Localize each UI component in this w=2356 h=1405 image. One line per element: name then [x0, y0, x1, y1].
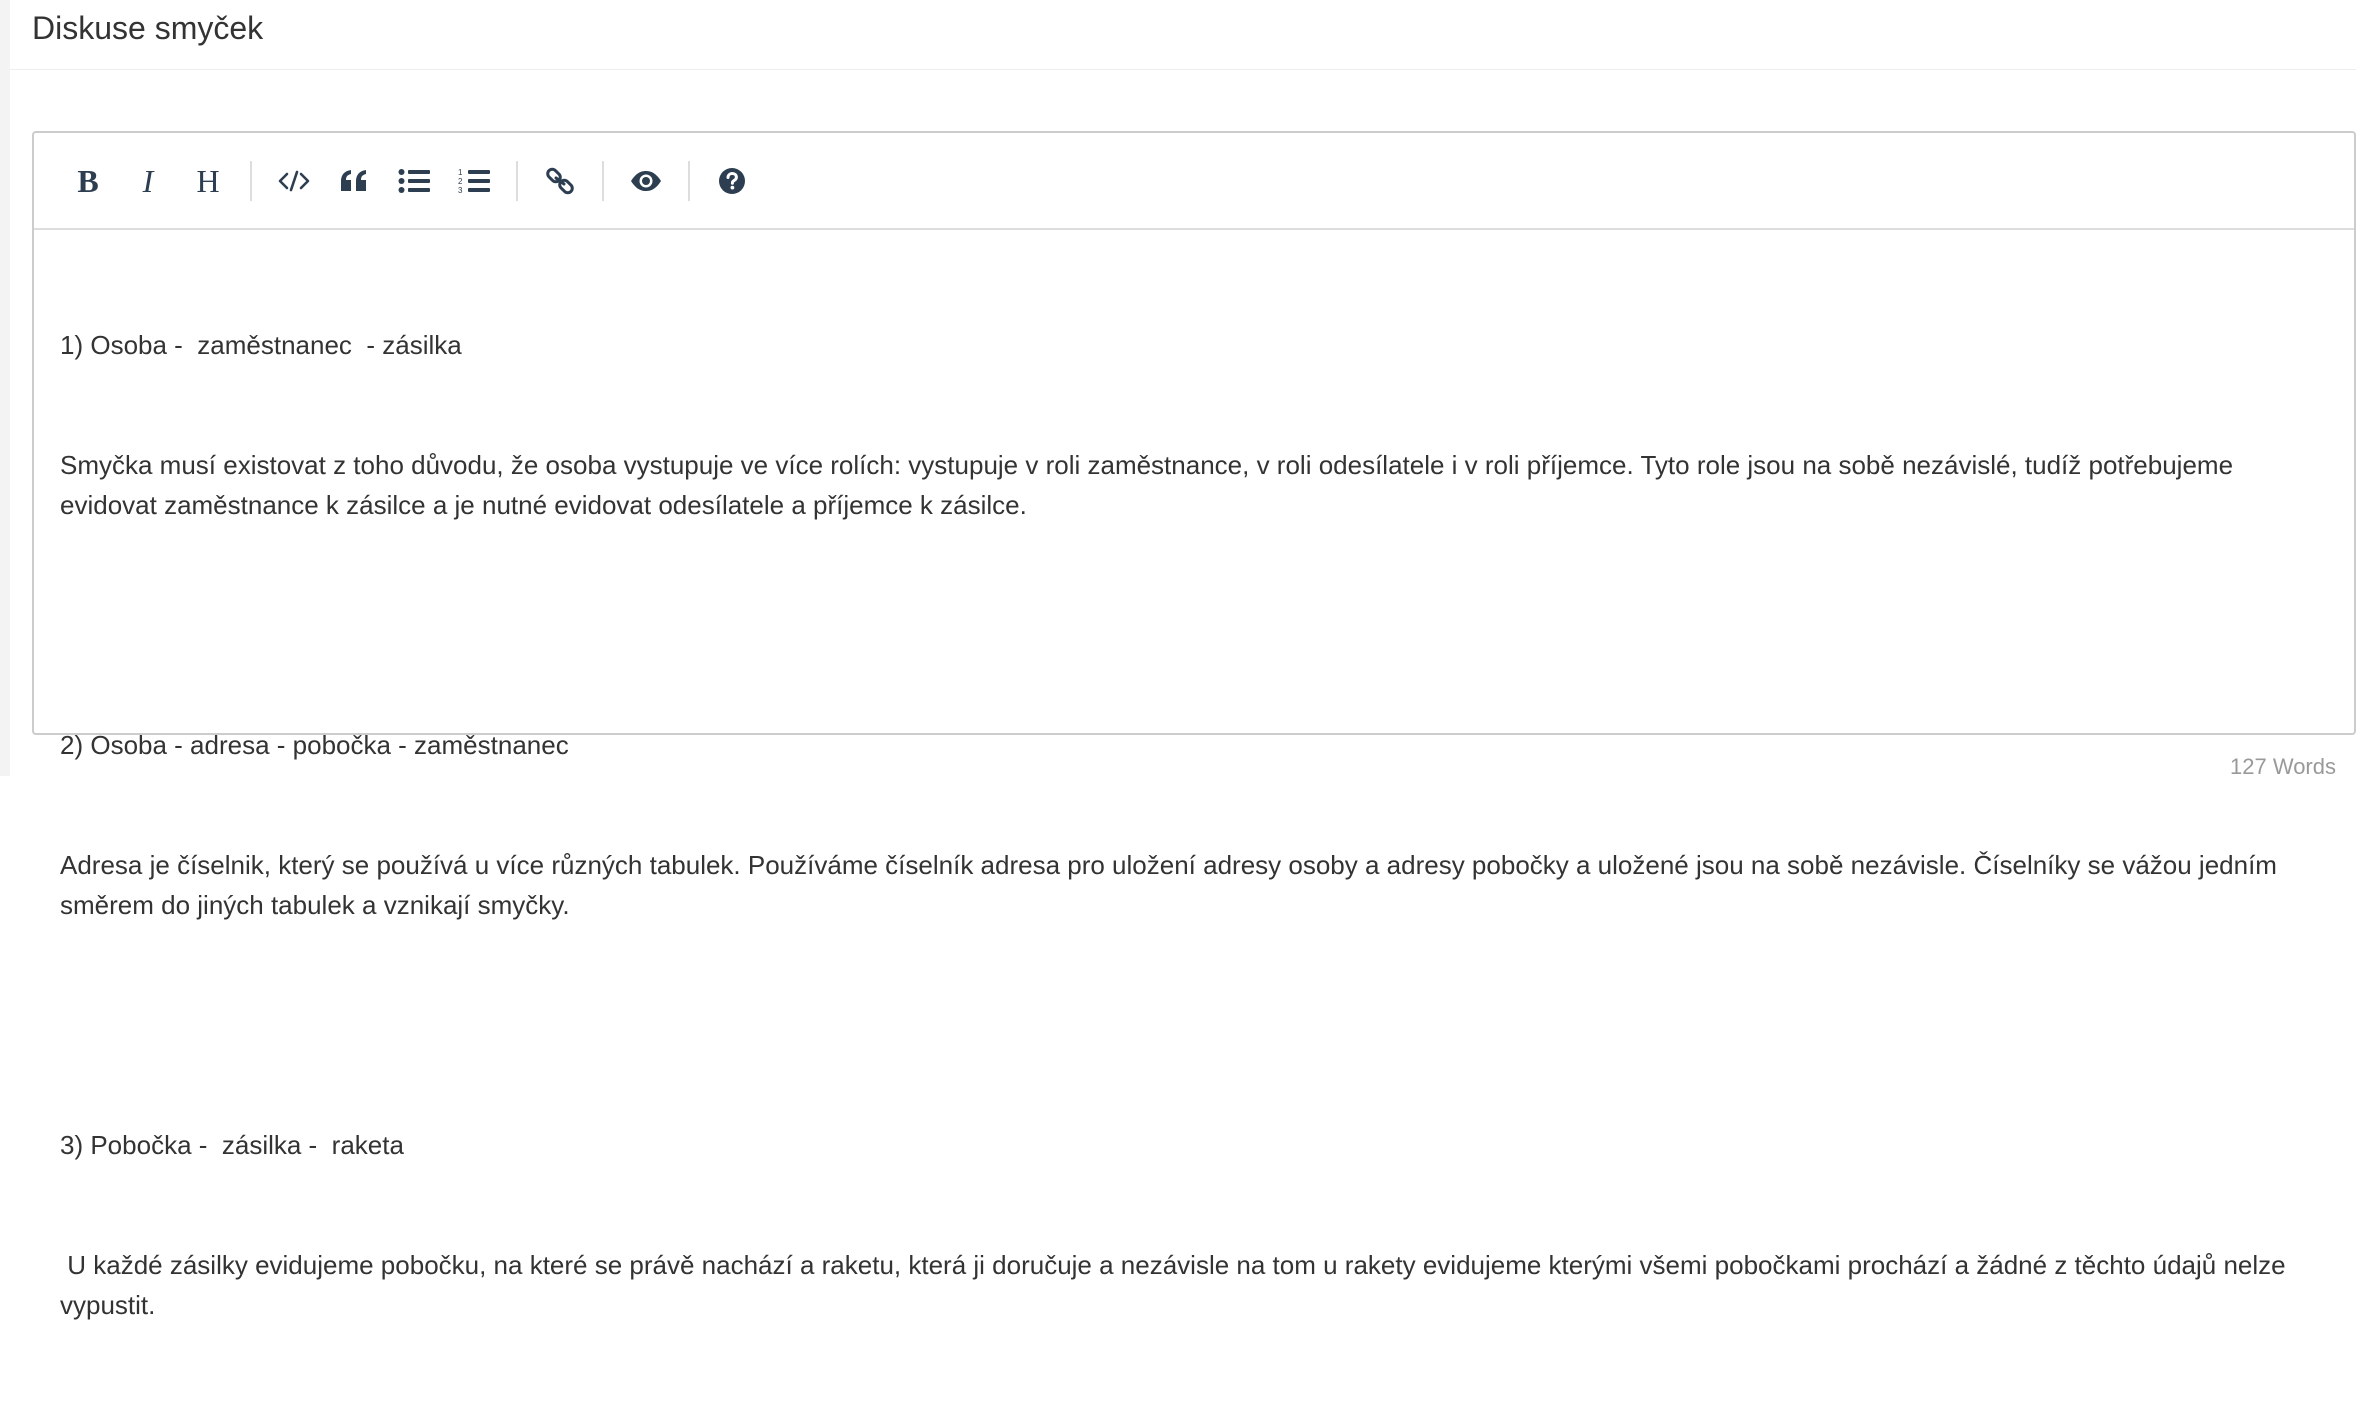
paragraph-text: Smyčka musí existovat z toho důvodu, že … — [60, 450, 2241, 520]
preview-button[interactable] — [618, 153, 674, 209]
markdown-editor: B I H 1 2 3 1) Osoba - zaměstnanec - zás… — [32, 131, 2356, 1320]
ordered-list-button[interactable]: 1 2 3 — [446, 153, 502, 209]
paragraph-text: U každé zásilky evidujeme pobočku, na kt… — [60, 1250, 2293, 1320]
discussion-panel: Diskuse smyček B I H 1 2 3 1) Osoba - za… — [10, 0, 2356, 1320]
paragraph-text: Adresa je číselnik, který se používá u v… — [60, 850, 2285, 920]
toolbar-separator — [688, 160, 690, 201]
bold-icon: B — [77, 162, 99, 199]
paragraph-heading: 2) Osoba - adresa - pobočka - zaměstnane… — [60, 730, 569, 760]
numbered-list-icon: 1 2 3 — [458, 168, 490, 195]
help-icon — [719, 167, 745, 194]
panel-header: Diskuse smyček — [10, 0, 2356, 70]
panel-title: Diskuse smyček — [32, 10, 264, 46]
link-icon — [546, 167, 574, 194]
paragraph-heading: 1) Osoba - zaměstnanec - zásilka — [60, 330, 462, 360]
svg-text:1: 1 — [458, 168, 463, 177]
paragraph-heading: 3) Pobočka - zásilka - raketa — [60, 1130, 404, 1160]
italic-icon: I — [142, 162, 154, 199]
eye-icon — [631, 170, 661, 191]
word-count: 127 Words — [2230, 754, 2336, 779]
toolbar-separator — [516, 160, 518, 201]
quote-icon — [341, 169, 366, 191]
heading-button[interactable]: H — [180, 153, 236, 209]
left-gutter — [0, 0, 10, 776]
code-icon — [278, 170, 310, 191]
editor-content[interactable]: 1) Osoba - zaměstnanec - zásilka Smyčka … — [60, 245, 2314, 1405]
editor-toolbar: B I H 1 2 3 — [34, 133, 2354, 230]
help-button[interactable] — [704, 153, 760, 209]
italic-button[interactable]: I — [120, 153, 176, 209]
svg-text:2: 2 — [458, 177, 463, 186]
bold-button[interactable]: B — [60, 153, 116, 209]
quote-button[interactable] — [326, 153, 382, 209]
toolbar-separator — [250, 160, 252, 201]
svg-text:3: 3 — [458, 186, 463, 195]
toolbar-separator — [602, 160, 604, 201]
link-button[interactable] — [532, 153, 588, 209]
bullet-list-icon — [398, 168, 430, 193]
unordered-list-button[interactable] — [386, 153, 442, 209]
code-button[interactable] — [266, 153, 322, 209]
heading-icon: H — [196, 162, 220, 199]
